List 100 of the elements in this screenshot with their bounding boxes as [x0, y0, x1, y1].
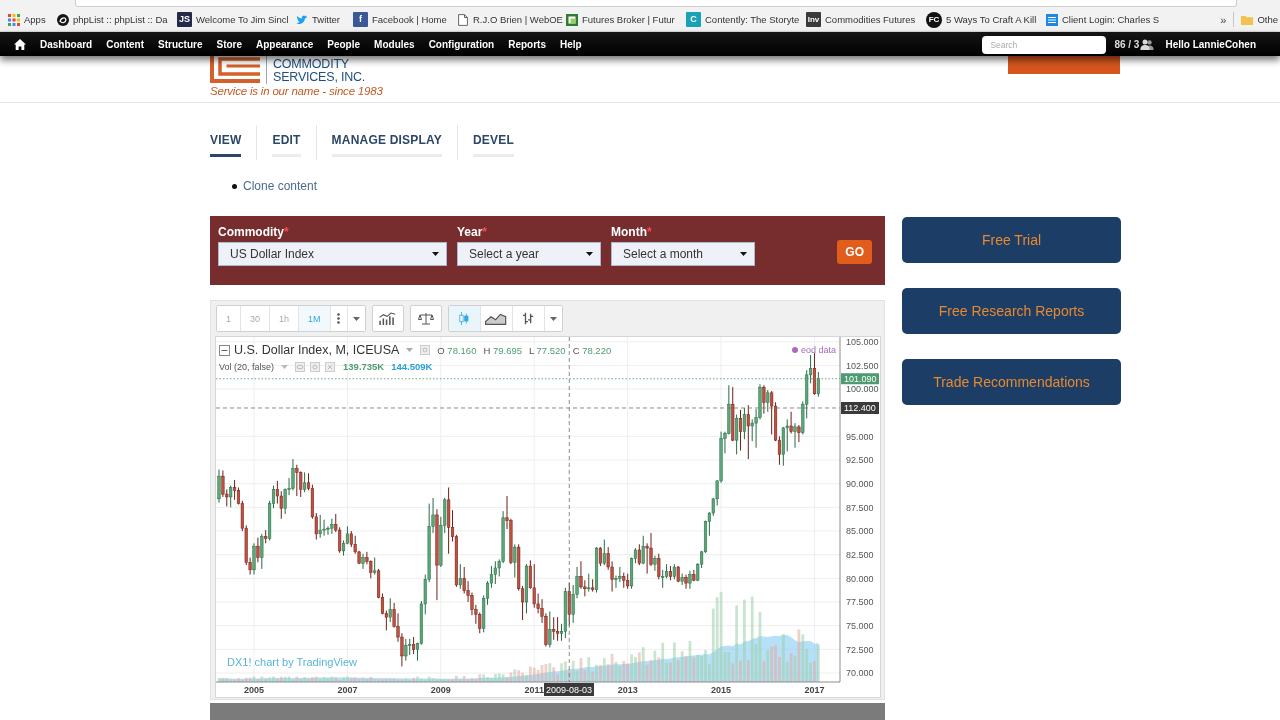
bookmark[interactable]: Client Login: Charles S — [1046, 13, 1166, 26]
time-axis-label: 2017 — [804, 685, 825, 695]
indicators-button[interactable] — [371, 305, 404, 332]
caret-icon — [352, 316, 360, 321]
price-axis-label: 75.000 — [846, 620, 874, 631]
price-axis-label: 77.500 — [846, 597, 874, 608]
time-axis-label: 2011 — [524, 685, 544, 695]
bar-chart-icon — [378, 312, 397, 325]
apps-grid-icon — [8, 13, 20, 26]
users-icon — [1140, 38, 1155, 50]
toolbar-menu-item[interactable]: Content — [99, 38, 151, 50]
price-axis-label: 82.500 — [846, 549, 874, 560]
candlestick-icon — [459, 312, 469, 325]
list-tile-icon — [1046, 13, 1058, 26]
eye-icon[interactable] — [295, 361, 306, 372]
favicon: JS — [177, 12, 192, 27]
time-axis-label: 2009 — [430, 685, 451, 695]
caret-icon[interactable] — [281, 364, 289, 369]
toolbar-menu-item[interactable]: Modules — [367, 38, 422, 50]
search-field[interactable]: Search — [982, 36, 1107, 54]
logo-tagline: Service is in our name - since 1983 — [210, 84, 383, 99]
price-axis-label: 70.000 — [846, 668, 874, 679]
toolbar-menu-item[interactable]: Configuration — [421, 38, 502, 50]
dropdown-arrow-icon — [432, 252, 439, 256]
dropdown[interactable]: Select a month — [611, 242, 755, 266]
tab[interactable]: EDIT — [272, 125, 301, 157]
bookmark[interactable]: JS Welcome To Jim Sincl — [177, 12, 296, 27]
bookmark[interactable]: Twitter — [296, 13, 353, 26]
go-button[interactable]: GO — [837, 240, 872, 264]
price-axis-label: 102.500 — [846, 360, 879, 371]
price-axis-label: 80.000 — [846, 573, 874, 584]
compare-button[interactable] — [409, 305, 442, 332]
dropdown-arrow-icon — [586, 252, 593, 256]
scales-icon — [417, 312, 434, 325]
clone-content-link[interactable]: Clone content — [243, 179, 318, 193]
caret-icon[interactable] — [406, 348, 414, 352]
price-axis-label: 100.000 — [846, 384, 879, 395]
price-axis-label: 90.000 — [846, 478, 874, 489]
ohlc-reading: O 78.160 — [437, 344, 477, 356]
dropdown-arrow-icon — [740, 252, 747, 256]
bookmark[interactable]: f Facebook | Home — [353, 12, 457, 27]
tab[interactable]: DEVEL — [473, 125, 514, 157]
caret-icon — [549, 316, 557, 321]
header-button[interactable] — [1008, 56, 1120, 74]
bookmark[interactable]: C Contently: The Storyte — [686, 12, 806, 27]
data-source-label: eod data — [800, 345, 836, 355]
collapse-icon[interactable] — [219, 344, 230, 356]
toolbar-menu-item[interactable]: Dashboard — [33, 38, 100, 50]
close-icon[interactable] — [325, 361, 336, 372]
bookmark-folder[interactable]: Othe — [1241, 13, 1278, 26]
bookmark[interactable]: FC 5 Ways To Craft A Kill — [926, 11, 1046, 28]
price-axis-label: 95.000 — [846, 431, 874, 442]
price-axis-label: 92.500 — [846, 455, 874, 466]
folder-icon — [1241, 13, 1254, 26]
ohlc-reading: C 78.220 — [572, 344, 612, 356]
ohlc-reading: L 77.520 — [529, 344, 566, 356]
swirl-disc-icon — [57, 13, 69, 26]
toolbar-menu-item[interactable]: Reports — [501, 38, 553, 50]
volume-value: 139.735K — [343, 361, 385, 372]
time-axis-label: 2007 — [337, 685, 358, 695]
ohlc-reading: H 79.695 — [483, 344, 522, 356]
online-count: 86 / 3 — [1114, 38, 1140, 50]
vertical-dots-icon — [337, 313, 341, 324]
sidebar-button[interactable]: Trade Recommendations — [902, 359, 1121, 405]
more-bookmarks[interactable]: » — [1220, 13, 1227, 26]
volume-value: 144.509K — [391, 361, 433, 372]
area-chart-icon — [485, 312, 507, 325]
dropdown[interactable]: Select a year — [457, 242, 601, 266]
home-icon[interactable] — [14, 38, 26, 50]
price-axis-label: 72.500 — [846, 644, 874, 655]
dropdown[interactable]: US Dollar Index — [218, 242, 447, 266]
favicon: C — [686, 12, 701, 27]
bookmark[interactable]: phpList :: phpList :: Da — [57, 13, 177, 26]
company-name: COMMODITY SERVICES, INC. — [273, 56, 366, 84]
field-label: Year* — [457, 224, 488, 240]
field-label: Month* — [611, 224, 652, 240]
toolbar-menu-item[interactable]: Appearance — [249, 38, 321, 50]
price-label: 101.090 — [841, 373, 879, 385]
ohlc-bars-icon — [522, 312, 535, 325]
toolbar-menu-item[interactable]: Help — [553, 38, 589, 50]
tab[interactable]: MANAGE DISPLAY — [331, 125, 442, 157]
toolbar-menu-item[interactable]: People — [320, 38, 368, 50]
bookmark[interactable]: Apps — [8, 13, 57, 26]
favicon: Inv — [806, 12, 821, 27]
favicon: FC — [926, 11, 942, 28]
crosshair-price-label: 112.400 — [841, 402, 879, 414]
price-axis-label: 105.000 — [846, 337, 879, 347]
toolbar-menu-item[interactable]: Structure — [151, 38, 210, 50]
price-axis-label: 85.000 — [846, 526, 874, 537]
price-axis-label: 87.500 — [846, 502, 874, 513]
page-icon — [457, 13, 469, 26]
time-axis-label: 2015 — [711, 685, 732, 695]
sidebar-button[interactable]: Free Research Reports — [902, 288, 1121, 334]
bookmark[interactable]: R.J.O Brien | WebOE — [457, 13, 566, 26]
toolbar-menu-item[interactable]: Store — [209, 38, 250, 50]
sidebar-button[interactable]: Free Trial — [902, 217, 1121, 263]
bullet-icon — [232, 183, 237, 189]
tab[interactable]: VIEW — [210, 125, 242, 157]
bookmark[interactable]: Futures Broker | Futur — [566, 13, 686, 26]
bookmark[interactable]: Inv Commodities Futures — [806, 12, 926, 27]
